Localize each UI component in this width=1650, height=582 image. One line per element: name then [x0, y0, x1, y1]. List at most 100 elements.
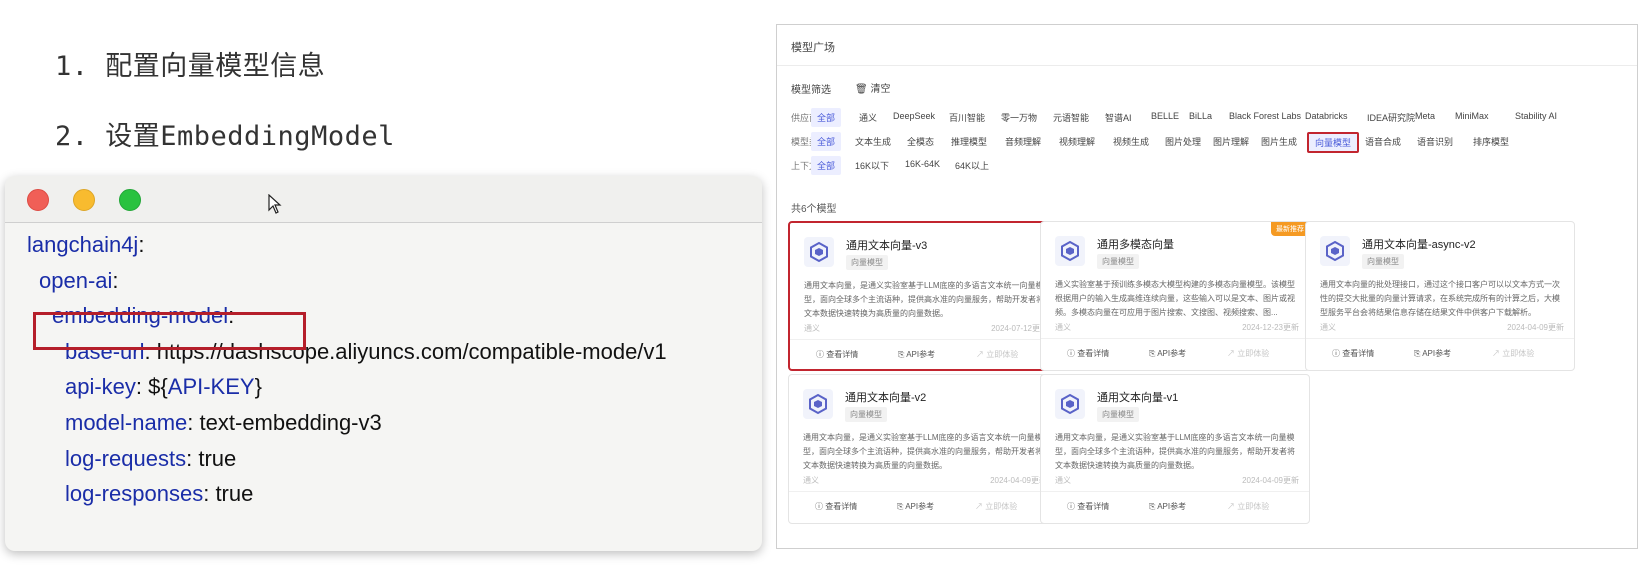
yaml-colon: :: [112, 268, 119, 293]
type-option[interactable]: 排序模型: [1467, 132, 1515, 151]
try-action-button[interactable]: ↗ 立即体验: [975, 501, 1017, 512]
step-2-title: 2. 设置EmbeddingModel: [55, 121, 395, 152]
model-card-title: 通用文本向量-v2: [845, 392, 927, 404]
yaml-key: open-ai: [39, 268, 113, 293]
model-card[interactable]: 通用文本向量-v2 向量模型 通用文本向量，是通义实验室基于LLM底座的多语言文本统…: [788, 374, 1058, 524]
arrow-up-right-icon: ↗: [975, 502, 986, 511]
provider-option[interactable]: DeepSeek: [887, 108, 941, 124]
card-divider: [790, 339, 1056, 340]
provider-option[interactable]: 零一万物: [995, 108, 1043, 127]
provider-option[interactable]: Meta: [1409, 108, 1441, 124]
provider-option[interactable]: BELLE: [1145, 108, 1185, 124]
mouse-cursor-icon: [268, 194, 282, 214]
provider-option[interactable]: BiLLa: [1183, 108, 1218, 124]
api-action-button[interactable]: ⎘ API参考: [898, 349, 935, 360]
type-option[interactable]: 推理模型: [945, 132, 993, 151]
provider-option[interactable]: MiniMax: [1449, 108, 1495, 124]
details-action-label: 查看详情: [1077, 502, 1110, 511]
provider-option[interactable]: 全部: [811, 108, 842, 127]
embedding-model-highlight-box: [33, 312, 306, 350]
api-action-label: API参考: [1422, 349, 1452, 358]
qwen-logo-icon: [1055, 389, 1085, 419]
context-option[interactable]: 64K以上: [949, 156, 995, 175]
yaml-value: text-embedding-v3: [199, 410, 382, 435]
yaml-colon: :: [186, 446, 193, 471]
provider-option[interactable]: 元语智能: [1047, 108, 1095, 127]
context-option[interactable]: 16K-64K: [899, 156, 946, 172]
type-option[interactable]: 语音识别: [1411, 132, 1459, 151]
type-option[interactable]: 音频理解: [999, 132, 1047, 151]
details-action-button[interactable]: ⓘ 查看详情: [1067, 348, 1109, 359]
details-action-button[interactable]: ⓘ 查看详情: [1067, 501, 1109, 512]
type-option[interactable]: 图片处理: [1159, 132, 1207, 151]
api-action-button[interactable]: ⎘ API参考: [1149, 348, 1186, 359]
details-action-button[interactable]: ⓘ 查看详情: [1332, 348, 1374, 359]
recommended-badge: 最新推荐: [1271, 222, 1309, 236]
type-option[interactable]: 视频生成: [1107, 132, 1155, 151]
type-option[interactable]: 语音合成: [1359, 132, 1407, 151]
yaml-colon: :: [187, 410, 194, 435]
type-option[interactable]: 向量模型: [1307, 132, 1360, 153]
code-window: langchain4j: open-ai: embedding-model: b…: [5, 176, 762, 551]
type-option[interactable]: 全部: [811, 132, 842, 151]
api-action-button[interactable]: ⎘ API参考: [1414, 348, 1451, 359]
model-card[interactable]: 通用文本向量-v1 向量模型 通用文本向量，是通义实验室基于LLM底座的多语言文本统…: [1040, 374, 1310, 524]
details-action-button[interactable]: ⓘ 查看详情: [816, 349, 858, 360]
provider-option[interactable]: 百川智能: [943, 108, 991, 127]
yaml-key: log-requests: [65, 446, 187, 471]
provider-option[interactable]: Black Forest Labs: [1223, 108, 1307, 124]
info-circle-icon: ⓘ: [815, 502, 826, 511]
model-card-provider: 通义: [1320, 323, 1336, 332]
api-action-button[interactable]: ⎘ API参考: [1149, 501, 1186, 512]
provider-option[interactable]: Stability AI: [1509, 108, 1563, 124]
try-action-button[interactable]: ↗ 立即体验: [1492, 348, 1534, 359]
yaml-key: log-responses: [65, 481, 204, 506]
maximize-window-button[interactable]: [119, 189, 141, 211]
api-action-label: API参考: [906, 350, 936, 359]
clear-filter-label: 清空: [870, 84, 891, 95]
model-card-tag: 向量模型: [1097, 407, 1139, 422]
model-card-footer: 通义 2024-07-12更新: [804, 323, 1048, 334]
yaml-line-api-key: api-key: ${API-KEY}: [65, 374, 262, 400]
model-card[interactable]: 通用文本向量-v3 向量模型 通用文本向量，是通义实验室基于LLM底座的多语言文本统…: [788, 221, 1058, 371]
details-action-label: 查看详情: [1077, 349, 1110, 358]
type-option[interactable]: 图片理解: [1207, 132, 1255, 151]
try-action-button[interactable]: ↗ 立即体验: [1227, 501, 1269, 512]
model-card-tag: 向量模型: [846, 255, 888, 270]
minimize-window-button[interactable]: [73, 189, 95, 211]
type-option[interactable]: 全模态: [901, 132, 940, 151]
type-option[interactable]: 图片生成: [1255, 132, 1303, 151]
card-divider: [1041, 491, 1309, 492]
filter-label: 模型筛选: [791, 85, 831, 96]
api-action-label: API参考: [1157, 502, 1187, 511]
model-card-provider: 通义: [804, 324, 820, 333]
details-action-button[interactable]: ⓘ 查看详情: [815, 501, 857, 512]
model-card[interactable]: 通用文本向量-async-v2 向量模型 通用文本向量的批处理接口，通过这个接口客户…: [1305, 221, 1575, 371]
trash-icon: 🗑: [855, 84, 868, 95]
model-card-footer: 通义 2024-04-09更新: [1055, 475, 1299, 486]
type-option[interactable]: 视频理解: [1053, 132, 1101, 151]
qwen-logo-icon: [1320, 236, 1350, 266]
model-card-date: 2024-12-23更新: [1242, 323, 1299, 332]
info-circle-icon: ⓘ: [1332, 349, 1343, 358]
try-action-label: 立即体验: [986, 350, 1019, 359]
model-card-footer: 通义 2024-04-09更新: [1320, 322, 1564, 333]
provider-option[interactable]: 通义: [853, 108, 883, 127]
type-option[interactable]: 文本生成: [849, 132, 897, 151]
qwen-logo-icon: [804, 237, 834, 267]
provider-option[interactable]: 智谱AI: [1099, 108, 1138, 127]
panel-title: 模型广场: [791, 42, 835, 54]
try-action-button[interactable]: ↗ 立即体验: [976, 349, 1018, 360]
try-action-button[interactable]: ↗ 立即体验: [1227, 348, 1269, 359]
api-doc-icon: ⎘: [1149, 502, 1158, 511]
context-option[interactable]: 全部: [811, 156, 842, 175]
try-action-label: 立即体验: [1237, 349, 1270, 358]
model-card[interactable]: 通用多模态向量 向量模型 通义实验室基于预训练多模态大模型构建的多模态向量模型。该模…: [1040, 221, 1310, 371]
card-divider: [789, 491, 1057, 492]
api-action-button[interactable]: ⎘ API参考: [897, 501, 934, 512]
api-action-label: API参考: [1157, 349, 1187, 358]
clear-filter-button[interactable]: 🗑 清空: [855, 80, 890, 95]
close-window-button[interactable]: [27, 189, 49, 211]
context-option[interactable]: 16K以下: [849, 156, 895, 175]
provider-option[interactable]: Databricks: [1299, 108, 1354, 124]
